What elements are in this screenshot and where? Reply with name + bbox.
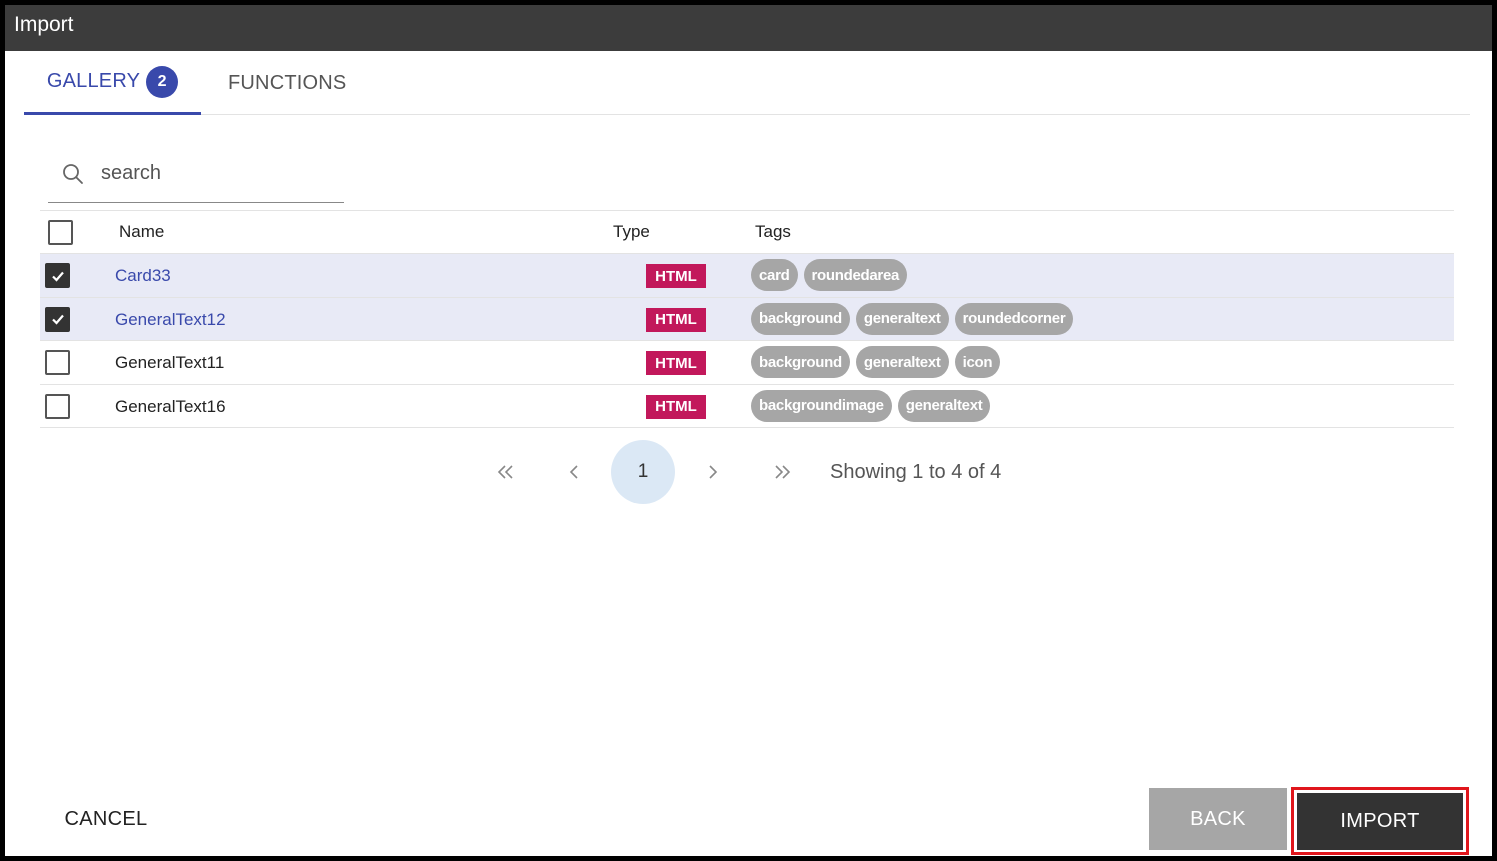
double-chevron-right-icon xyxy=(775,465,791,479)
row-checkbox[interactable] xyxy=(45,350,70,375)
type-badge: HTML xyxy=(646,351,706,375)
select-all-checkbox[interactable] xyxy=(48,220,73,245)
dialog-title: Import xyxy=(5,5,1492,51)
tag-chip: roundedarea xyxy=(803,259,908,291)
double-chevron-left-icon xyxy=(497,465,513,479)
search-field xyxy=(48,145,344,203)
chevron-left-icon xyxy=(569,465,578,479)
row-name-link[interactable]: GeneralText11 xyxy=(115,341,224,384)
table-row[interactable]: GeneralText11 HTML background generaltext ic… xyxy=(40,341,1454,385)
tag-chip: background xyxy=(751,346,850,378)
row-checkbox[interactable] xyxy=(45,393,70,419)
tag-list: background generaltext icon xyxy=(751,346,1001,378)
gallery-table: Name Type Tags Card33 HTML card roundedarea… xyxy=(40,210,1454,428)
tab-gallery-label: GALLERY xyxy=(46,70,141,92)
tag-chip: background xyxy=(751,302,850,335)
import-dialog: Import GALLERY 2 FUNCTIONS Name Type Tag… xyxy=(5,5,1492,856)
back-button[interactable]: BACK xyxy=(1149,788,1287,850)
tag-chip: generaltext xyxy=(855,302,949,335)
table-row[interactable]: Card33 HTML card roundedarea xyxy=(40,254,1454,298)
table-row[interactable]: GeneralText16 HTML backgroundimage generalt… xyxy=(40,385,1454,428)
tag-chip: roundedcorner xyxy=(954,302,1074,335)
type-badge: HTML xyxy=(646,394,706,419)
row-checkbox[interactable] xyxy=(45,263,70,288)
tag-list: card roundedarea xyxy=(751,259,908,291)
tag-list: backgroundimage generaltext xyxy=(751,389,991,422)
last-page-button[interactable] xyxy=(750,440,814,504)
current-page-button[interactable]: 1 xyxy=(611,440,675,504)
table-body: Card33 HTML card roundedarea GeneralText12 HT… xyxy=(40,254,1454,428)
column-header-name: Name xyxy=(119,222,165,241)
tag-chip: backgroundimage xyxy=(751,389,892,422)
previous-page-button[interactable] xyxy=(543,440,607,504)
tag-chip: icon xyxy=(954,346,1001,378)
search-input[interactable] xyxy=(99,161,329,186)
pagination: 1 Showing 1 to 4 of 4 xyxy=(5,440,1492,504)
search-icon xyxy=(63,163,83,184)
tag-chip: card xyxy=(751,259,798,291)
checkmark-icon xyxy=(51,314,64,325)
tab-functions-label: FUNCTIONS xyxy=(228,71,347,94)
tag-chip: generaltext xyxy=(855,346,949,378)
next-page-button[interactable] xyxy=(680,440,744,504)
tab-gallery-count-badge: 2 xyxy=(146,65,179,98)
checkmark-icon xyxy=(51,271,64,282)
cancel-button[interactable]: CANCEL xyxy=(50,788,162,850)
row-checkbox[interactable] xyxy=(45,306,70,332)
import-button[interactable]: IMPORT xyxy=(1297,793,1463,850)
type-badge: HTML xyxy=(646,264,706,288)
chevron-right-icon xyxy=(709,465,718,479)
first-page-button[interactable] xyxy=(474,440,538,504)
pagination-info: Showing 1 to 4 of 4 xyxy=(830,461,1002,483)
row-name-link[interactable]: GeneralText12 xyxy=(115,298,226,341)
tab-gallery[interactable]: GALLERY 2 xyxy=(24,51,201,115)
tag-list: background generaltext roundedcorner xyxy=(751,302,1074,335)
type-badge: HTML xyxy=(646,307,706,332)
column-header-tags: Tags xyxy=(755,222,791,241)
tab-functions[interactable]: FUNCTIONS xyxy=(228,51,346,115)
row-name-link[interactable]: Card33 xyxy=(115,254,171,297)
table-header: Name Type Tags xyxy=(40,210,1454,254)
row-name-link[interactable]: GeneralText16 xyxy=(115,385,226,428)
table-row[interactable]: GeneralText12 HTML background generaltext ro… xyxy=(40,297,1454,341)
tab-bar: GALLERY 2 FUNCTIONS xyxy=(24,51,1470,115)
tag-chip: generaltext xyxy=(897,389,991,422)
column-header-type: Type xyxy=(613,222,650,241)
